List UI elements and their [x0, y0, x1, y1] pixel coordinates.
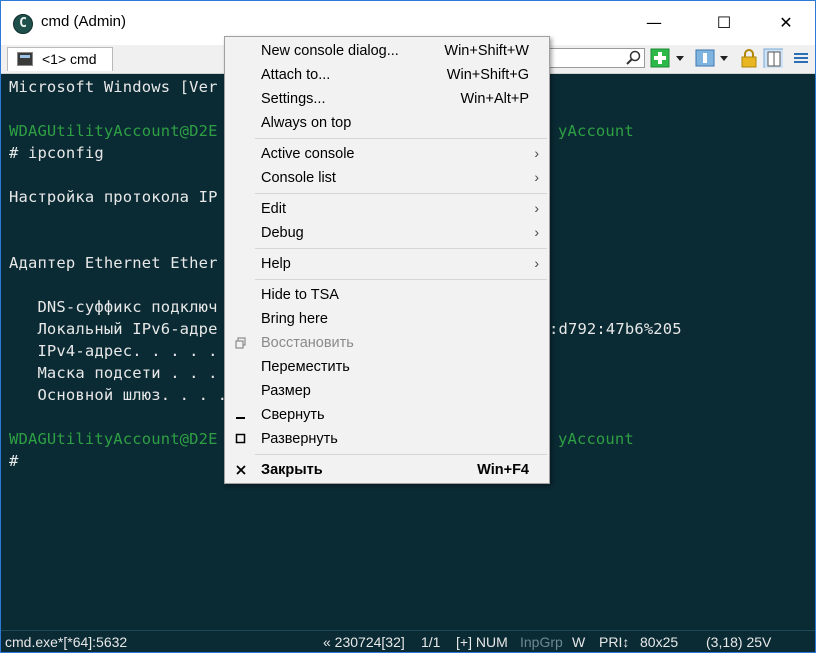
chevron-right-icon: ›: [534, 169, 539, 185]
menu-separator: [255, 248, 547, 249]
menu-item-attach-to[interactable]: Attach to... Win+Shift+G: [225, 64, 549, 88]
menu-item-new-console-dialog[interactable]: New console dialog... Win+Shift+W: [225, 40, 549, 64]
menu-shortcut: Win+Shift+G: [446, 67, 529, 83]
console-line: Основной шлюз. . . .: [9, 386, 228, 404]
minimize-button[interactable]: —: [631, 1, 677, 45]
console-line: Адаптер Ethernet Ether: [9, 254, 218, 272]
menu-item-edit[interactable]: Edit ›: [225, 198, 549, 222]
console-line: # ipconfig: [9, 144, 104, 162]
console-line: DNS-суффикс подключ: [9, 298, 218, 316]
console-line: Маска подсети . . .: [9, 364, 218, 382]
menu-shortcut: Win+Alt+P: [460, 91, 530, 107]
menu-item-maximize[interactable]: Развернуть: [225, 428, 549, 452]
chevron-right-icon: ›: [534, 255, 539, 271]
lock-icon[interactable]: [739, 48, 759, 68]
menu-item-active-console[interactable]: Active console ›: [225, 143, 549, 167]
chevron-down-icon[interactable]: [673, 48, 687, 68]
menu-separator: [255, 138, 547, 139]
window-title: cmd (Admin): [41, 13, 127, 30]
menu-shortcut: Win+Shift+W: [444, 43, 529, 59]
context-menu: New console dialog... Win+Shift+W Attach…: [224, 36, 550, 484]
status-flags[interactable]: [+] NUM: [456, 634, 508, 650]
status-bar: cmd.exe*[*64]:5632 « 230724[32] 1/1 [+] …: [1, 630, 815, 652]
menu-item-move[interactable]: Переместить: [225, 356, 549, 380]
console-prompt-line: yAccount: [558, 430, 634, 448]
menu-item-always-on-top[interactable]: Always on top: [225, 112, 549, 136]
split-view-icon[interactable]: [763, 48, 783, 68]
hamburger-menu-icon[interactable]: [791, 48, 811, 68]
search-icon: [626, 50, 641, 65]
console-line: #: [9, 452, 19, 470]
status-build[interactable]: « 230724[32]: [323, 634, 405, 650]
maximize-icon: [235, 433, 246, 444]
menu-item-debug[interactable]: Debug ›: [225, 222, 549, 246]
status-cursor[interactable]: (3,18) 25V: [706, 634, 771, 650]
menu-shortcut: Win+F4: [477, 462, 529, 478]
menu-item-console-list[interactable]: Console list ›: [225, 167, 549, 191]
conemu-icon[interactable]: C: [13, 14, 33, 34]
minimize-icon: [236, 417, 245, 419]
tab-console-1[interactable]: <1> cmd: [7, 47, 113, 71]
menu-item-settings[interactable]: Settings... Win+Alt+P: [225, 88, 549, 112]
console-prompt-line: WDAGUtilityAccount@D2E: [9, 122, 218, 140]
console-line: Microsoft Windows [Ver: [9, 78, 218, 96]
chevron-right-icon: ›: [534, 224, 539, 240]
menu-item-help[interactable]: Help ›: [225, 253, 549, 277]
menu-item-hide-to-tsa[interactable]: Hide to TSA: [225, 284, 549, 308]
panels-icon[interactable]: [695, 48, 715, 68]
menu-item-restore[interactable]: Восстановить: [225, 332, 549, 356]
restore-icon: [235, 337, 246, 349]
console-line: IPv4-адрес. . . . .: [9, 342, 218, 360]
search-input[interactable]: [549, 48, 645, 68]
status-size[interactable]: 80x25: [640, 634, 678, 650]
chevron-right-icon: ›: [534, 200, 539, 216]
chevron-right-icon: ›: [534, 145, 539, 161]
status-pages[interactable]: 1/1: [421, 634, 440, 650]
menu-item-minimize[interactable]: Свернуть: [225, 404, 549, 428]
console-icon: [17, 52, 33, 66]
menu-item-close[interactable]: Закрыть Win+F4: [225, 459, 549, 483]
chevron-down-icon[interactable]: [717, 48, 731, 68]
console-line: Локальный IPv6-адре: [9, 320, 218, 338]
menu-item-size[interactable]: Размер: [225, 380, 549, 404]
maximize-button[interactable]: ☐: [701, 1, 747, 45]
status-priority[interactable]: PRI↕: [599, 634, 629, 650]
tab-label: <1> cmd: [42, 51, 97, 67]
console-prompt-line: yAccount: [558, 122, 634, 140]
menu-item-bring-here[interactable]: Bring here: [225, 308, 549, 332]
status-process[interactable]: cmd.exe*[*64]:5632: [5, 634, 127, 650]
status-w[interactable]: W: [572, 634, 585, 650]
menu-separator: [255, 279, 547, 280]
console-line: :d792:47b6%205: [549, 320, 682, 338]
console-prompt-line: WDAGUtilityAccount@D2E: [9, 430, 218, 448]
close-button[interactable]: ✕: [763, 1, 809, 45]
new-console-icon[interactable]: [650, 48, 670, 68]
close-icon: [236, 465, 246, 475]
console-line: Настройка протокола IP: [9, 188, 218, 206]
menu-separator: [255, 454, 547, 455]
menu-separator: [255, 193, 547, 194]
status-inpgrp[interactable]: InpGrp: [520, 634, 563, 650]
